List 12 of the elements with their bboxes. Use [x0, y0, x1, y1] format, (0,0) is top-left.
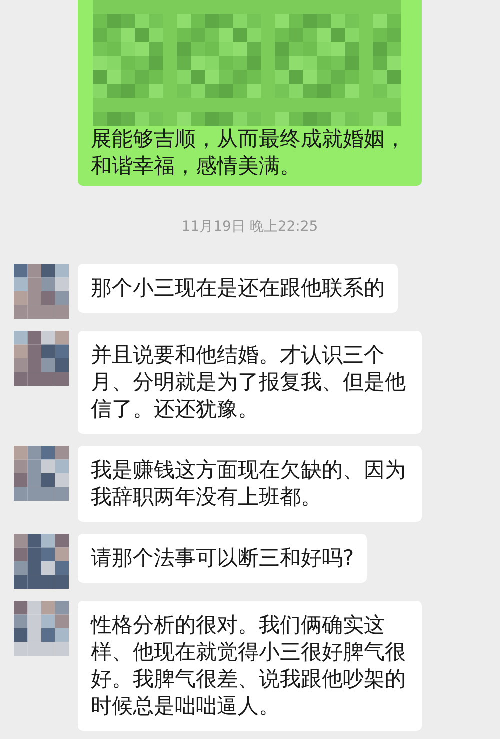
avatar[interactable]	[14, 534, 69, 589]
timestamp: 11月19日 晚上22:25	[182, 218, 318, 236]
avatar[interactable]	[14, 601, 69, 656]
message-bubble: 性格分析的很对。我们俩确实这样、他现在就觉得小三很好脾气很好。我脾气很差、说我跟他吵架的时候总是咄咄逼人。	[78, 601, 422, 731]
avatar[interactable]	[14, 264, 69, 319]
message-bubble: 并且说要和他结婚。才认识三个月、分明就是为了报复我、但是他信了。还还犹豫。	[78, 331, 422, 434]
message-text: 展能够吉顺，从而最终成就婚姻，和谐幸福，感情美满。	[91, 126, 407, 180]
avatar[interactable]	[14, 331, 69, 386]
message-bubble: 请那个法事可以断三和好吗?	[78, 534, 368, 583]
message-bubble: 那个小三现在是还在跟他联系的	[78, 264, 398, 313]
message-bubble: 我是赚钱这方面现在欠缺的、因为我辞职两年没有上班都。	[78, 446, 422, 522]
avatar[interactable]	[14, 446, 69, 501]
